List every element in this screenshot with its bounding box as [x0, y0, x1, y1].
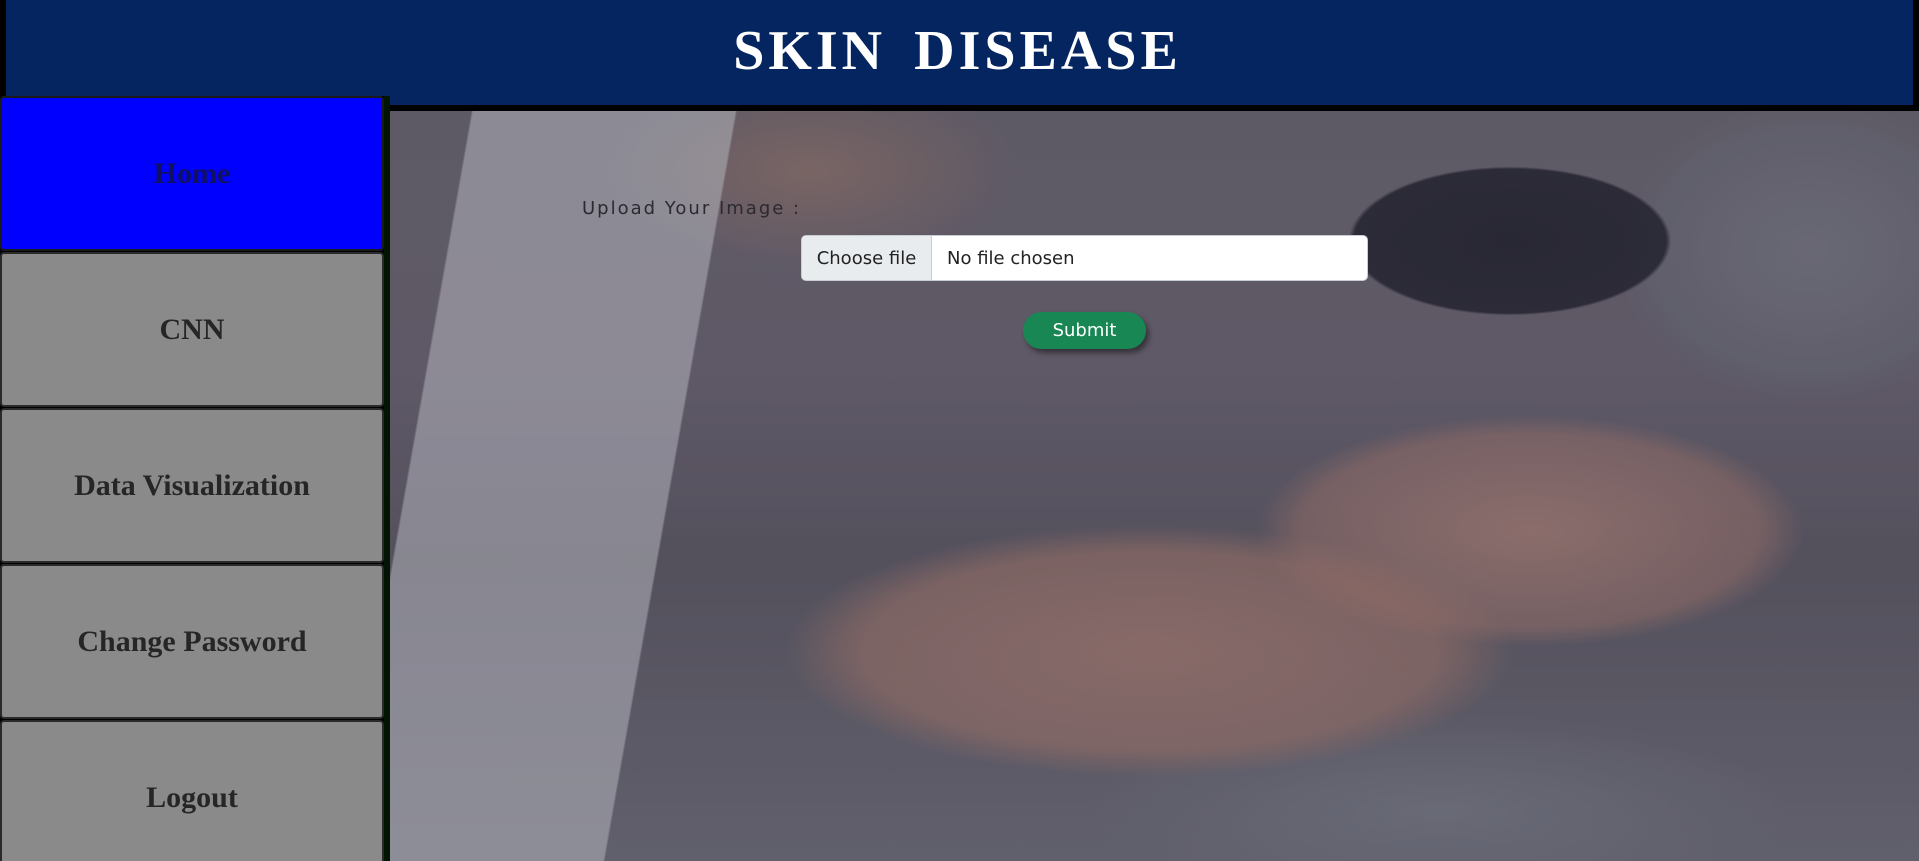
sidebar-item-label: Logout	[146, 780, 238, 814]
sidebar-item-change-password[interactable]: Change Password	[0, 564, 384, 719]
sidebar-item-cnn[interactable]: CNN	[0, 252, 384, 407]
choose-file-button[interactable]: Choose file	[802, 236, 932, 280]
sidebar-item-label: Home	[153, 156, 231, 190]
app-header: SKIN DISEASE	[0, 0, 1919, 110]
sidebar-item-label: Data Visualization	[74, 468, 310, 502]
sidebar-item-data-visualization[interactable]: Data Visualization	[0, 408, 384, 563]
file-input[interactable]: Choose file No file chosen	[801, 235, 1368, 281]
sidebar-item-home[interactable]: Home	[0, 96, 384, 251]
submit-button[interactable]: Submit	[1023, 312, 1146, 349]
file-status-text: No file chosen	[947, 247, 1075, 269]
background-image	[390, 111, 1919, 861]
upload-label: Upload Your Image :	[582, 198, 802, 219]
main-content	[390, 111, 1919, 861]
sidebar-item-label: CNN	[159, 312, 225, 346]
sidebar: Home CNN Data Visualization Change Passw…	[0, 96, 387, 861]
sidebar-item-logout[interactable]: Logout	[0, 720, 384, 861]
page-title: SKIN DISEASE	[733, 19, 1182, 82]
sidebar-item-label: Change Password	[77, 624, 307, 658]
